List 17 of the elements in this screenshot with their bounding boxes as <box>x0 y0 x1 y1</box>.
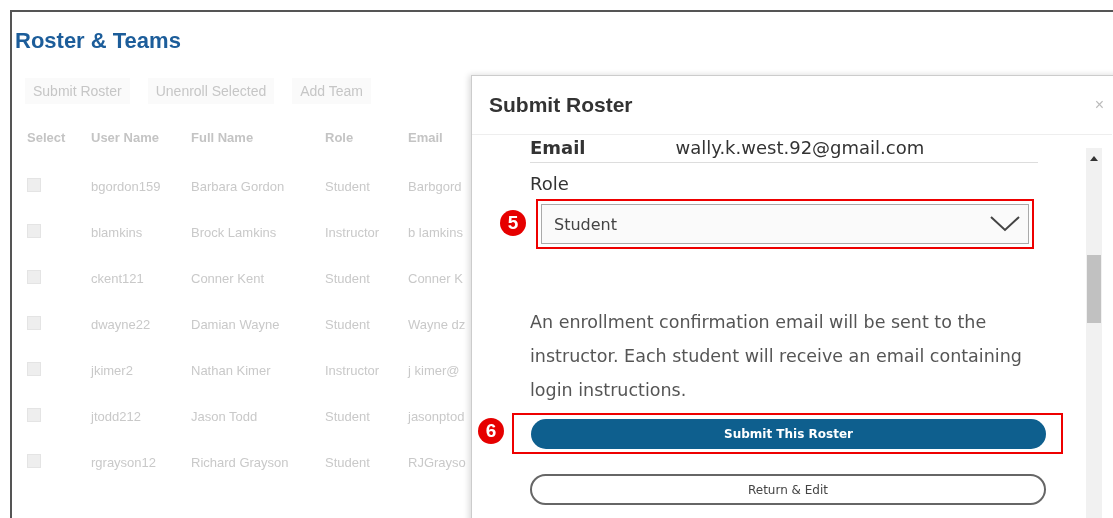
step-badge: 5 <box>500 210 526 236</box>
column-header: Full Name <box>191 130 325 163</box>
step-badge: 6 <box>478 418 504 444</box>
submit-button[interactable]: Submit This Roster <box>531 419 1046 449</box>
role-label: Role <box>530 173 569 194</box>
email-label: Email <box>530 137 586 158</box>
return-button[interactable]: Return & Edit <box>530 474 1046 505</box>
email-value: wally.k.west.92@gmail.com <box>675 137 925 158</box>
column-header: Select <box>15 130 91 163</box>
close-button[interactable]: × <box>1086 96 1112 114</box>
column-header: Role <box>325 130 408 163</box>
column-header: User Name <box>91 130 191 163</box>
role-select[interactable]: Student <box>541 204 1029 244</box>
info-message: An enrollment confirmation email will be sent to the instructor. Each student will receive an email containing login instructions. <box>530 311 1023 402</box>
column-header: Email <box>408 130 444 147</box>
page-title: Roster & Teams <box>15 28 182 54</box>
modal-title: Submit Roster <box>489 93 633 117</box>
